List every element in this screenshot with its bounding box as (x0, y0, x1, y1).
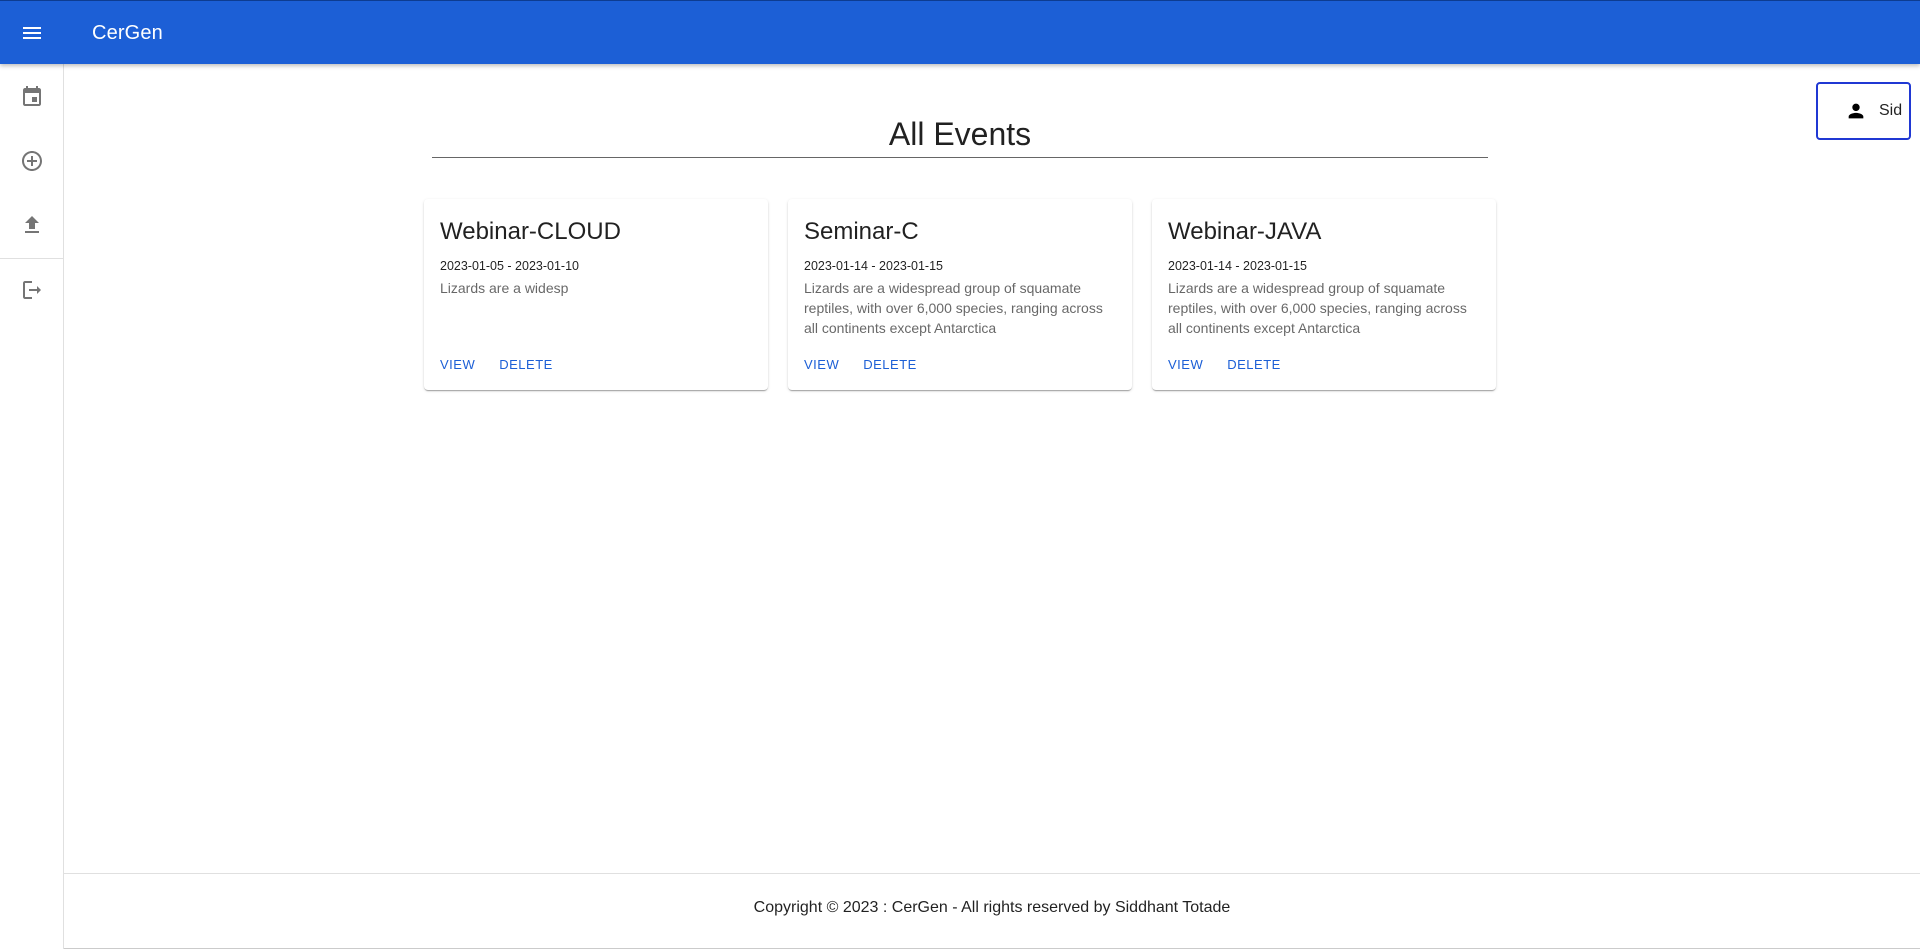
view-button[interactable]: VIEW (432, 351, 483, 378)
card-actions: VIEW DELETE (1160, 351, 1289, 378)
event-description: Lizards are a widespread group of squama… (1168, 280, 1467, 336)
app-title: CerGen (92, 22, 163, 44)
title-divider (432, 157, 1488, 158)
upload-icon (24, 216, 39, 233)
event-description: Lizards are a widespread group of squama… (804, 280, 1103, 336)
logout-icon (22, 281, 41, 299)
person-icon (1848, 103, 1864, 119)
event-card: Seminar-C 2023-01-14 - 2023-01-15 Lizard… (788, 199, 1132, 390)
calendar-icon (22, 86, 41, 106)
delete-button[interactable]: DELETE (491, 351, 561, 378)
sidebar (0, 64, 64, 949)
card-actions: VIEW DELETE (796, 351, 925, 378)
page-title: All Events (888, 116, 1032, 152)
event-card: Webinar-CLOUD 2023-01-05 - 2023-01-10 Li… (424, 199, 768, 390)
event-dates: 2023-01-14 - 2023-01-15 (804, 259, 943, 273)
event-title: Webinar-CLOUD (440, 218, 621, 245)
delete-button[interactable]: DELETE (855, 351, 925, 378)
view-button[interactable]: VIEW (796, 351, 847, 378)
sidebar-item-calendar[interactable] (0, 73, 63, 121)
card-actions: VIEW DELETE (432, 351, 561, 378)
user-menu-button[interactable]: Sid (1816, 82, 1911, 140)
sidebar-item-upload[interactable] (0, 201, 63, 249)
sidebar-item-add-event[interactable] (0, 137, 63, 185)
sidebar-divider (0, 258, 63, 259)
event-title: Webinar-JAVA (1168, 218, 1322, 245)
copyright-text: Copyright © 2023 : CerGen - All rights r… (753, 899, 1231, 916)
event-description: Lizards are a widesp (440, 280, 569, 296)
menu-icon (23, 27, 41, 39)
event-dates: 2023-01-05 - 2023-01-10 (440, 259, 579, 273)
user-name: Sid (1879, 102, 1903, 119)
view-button[interactable]: VIEW (1160, 351, 1211, 378)
event-dates: 2023-01-14 - 2023-01-15 (1168, 259, 1307, 273)
delete-button[interactable]: DELETE (1219, 351, 1289, 378)
menu-button[interactable] (8, 9, 56, 57)
event-card: Webinar-JAVA 2023-01-14 - 2023-01-15 Liz… (1152, 199, 1496, 390)
sidebar-item-logout[interactable] (0, 266, 63, 314)
event-title: Seminar-C (804, 218, 919, 245)
app-bar: CerGen (0, 0, 1920, 64)
footer: Copyright © 2023 : CerGen - All rights r… (64, 873, 1920, 949)
add-circle-icon (21, 151, 42, 171)
